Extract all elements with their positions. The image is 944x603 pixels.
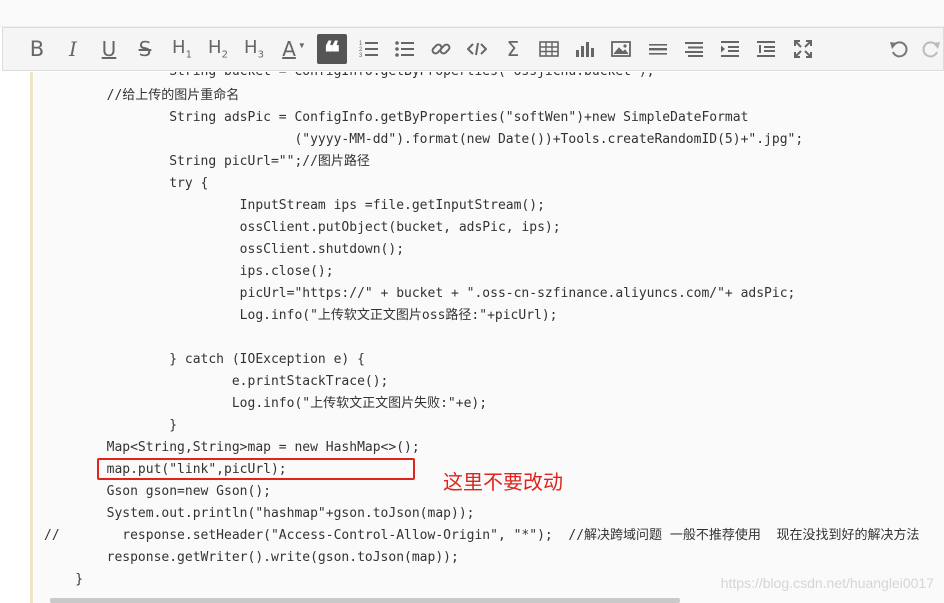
code-line: InputStream ips =file.getInputStream(); bbox=[44, 198, 545, 213]
horizontal-rule-icon bbox=[649, 44, 667, 55]
indent-button[interactable] bbox=[716, 34, 744, 64]
heading3-icon: H3 bbox=[244, 37, 264, 61]
link-icon bbox=[431, 43, 451, 55]
undo-button[interactable] bbox=[885, 34, 913, 64]
quote-button[interactable]: ❝ bbox=[317, 34, 347, 69]
code-icon bbox=[467, 42, 487, 56]
page-top-strip bbox=[0, 0, 944, 27]
caret-down-icon: ▼ bbox=[297, 40, 306, 50]
unordered-list-icon bbox=[395, 41, 414, 57]
toc-icon bbox=[685, 42, 703, 57]
heading1-button[interactable]: H1 bbox=[168, 34, 196, 64]
code-line: ossClient.putObject(bucket, adsPic, ips)… bbox=[44, 220, 561, 235]
code-line: } catch (IOException e) { bbox=[44, 352, 365, 367]
heading1-icon: H1 bbox=[172, 37, 192, 61]
strikethrough-button[interactable]: S bbox=[131, 34, 159, 64]
code-line: String picUrl="";//图片路径 bbox=[44, 154, 370, 169]
heading2-button[interactable]: H2 bbox=[204, 34, 232, 64]
code-line: Log.info("上传软文正文图片oss路径:"+picUrl); bbox=[44, 308, 558, 323]
underline-button[interactable]: U bbox=[95, 34, 123, 64]
underline-icon: U bbox=[101, 37, 117, 61]
code-editor-area[interactable]: String bucket = ConfigInfo.getByProperti… bbox=[34, 72, 944, 603]
redo-button[interactable] bbox=[917, 34, 944, 64]
code-line: } bbox=[44, 572, 84, 587]
code-line: Log.info("上传软文正文图片失败:"+e); bbox=[44, 396, 488, 411]
sigma-icon: Σ bbox=[506, 37, 520, 61]
outdent-button[interactable] bbox=[752, 34, 780, 64]
italic-button[interactable]: I bbox=[59, 34, 87, 64]
code-line: ips.close(); bbox=[44, 264, 334, 279]
watermark: https://blog.csdn.net/huanglei0017 bbox=[720, 575, 934, 591]
strikethrough-icon: S bbox=[138, 37, 152, 61]
code-line: } bbox=[44, 418, 178, 433]
code-button[interactable] bbox=[463, 34, 491, 64]
unordered-list-button[interactable] bbox=[391, 34, 419, 64]
highlight-box bbox=[97, 458, 415, 480]
code-line: ossClient.shutdown(); bbox=[44, 242, 405, 257]
link-button[interactable] bbox=[427, 34, 455, 64]
svg-text:3: 3 bbox=[359, 53, 363, 59]
heading2-icon: H2 bbox=[208, 37, 228, 61]
table-button[interactable] bbox=[535, 34, 563, 64]
outdent-icon bbox=[757, 41, 775, 57]
code-line: e.printStackTrace(); bbox=[44, 374, 389, 389]
code-line: String adsPic = ConfigInfo.getByProperti… bbox=[44, 110, 749, 125]
chart-button[interactable] bbox=[571, 34, 599, 64]
formula-button[interactable]: Σ bbox=[499, 34, 527, 64]
table-icon bbox=[539, 41, 559, 57]
editor-toolbar: B I U S H1 H2 H3 A ▼ ❝ 123 Σ bbox=[2, 27, 944, 71]
fullscreen-button[interactable] bbox=[789, 34, 817, 64]
undo-icon bbox=[890, 41, 908, 58]
heading3-button[interactable]: H3 bbox=[240, 34, 268, 64]
code-line: Map<String,String>map = new HashMap<>(); bbox=[44, 440, 420, 455]
text-color-icon: A bbox=[282, 37, 296, 61]
code-line: System.out.println("hashmap"+gson.toJson… bbox=[44, 506, 475, 521]
quote-icon: ❝ bbox=[323, 36, 341, 71]
code-line: String bucket = ConfigInfo.getByProperti… bbox=[44, 72, 654, 83]
ordered-list-button[interactable]: 123 bbox=[355, 34, 383, 64]
image-icon bbox=[611, 41, 631, 57]
annotation-note: 这里不要改动 bbox=[443, 470, 563, 494]
editor-left-border bbox=[30, 72, 33, 603]
code-line: try { bbox=[44, 176, 209, 191]
code-line: ("yyyy-MM-dd").format(new Date())+Tools.… bbox=[44, 132, 804, 147]
code-line: //给上传的图片重命名 bbox=[44, 88, 240, 103]
code-line: // response.setHeader("Access-Control-Al… bbox=[44, 528, 920, 543]
code-line: Gson gson=new Gson(); bbox=[44, 484, 271, 499]
indent-icon bbox=[721, 41, 739, 57]
italic-icon: I bbox=[69, 37, 77, 61]
redo-icon bbox=[922, 41, 940, 58]
code-line: picUrl="https://" + bucket + ".oss-cn-sz… bbox=[44, 286, 796, 301]
bar-chart-icon bbox=[576, 42, 594, 57]
image-button[interactable] bbox=[607, 34, 635, 64]
bold-icon: B bbox=[29, 37, 45, 61]
code-line: response.getWriter().write(gson.toJson(m… bbox=[44, 550, 459, 565]
text-color-button[interactable]: A ▼ bbox=[277, 34, 311, 64]
bold-button[interactable]: B bbox=[23, 34, 51, 64]
ordered-list-icon: 123 bbox=[359, 41, 378, 59]
horizontal-rule-button[interactable] bbox=[644, 34, 672, 64]
fullscreen-icon bbox=[794, 40, 812, 58]
toc-button[interactable] bbox=[680, 34, 708, 64]
horizontal-scrollbar[interactable] bbox=[50, 598, 680, 603]
